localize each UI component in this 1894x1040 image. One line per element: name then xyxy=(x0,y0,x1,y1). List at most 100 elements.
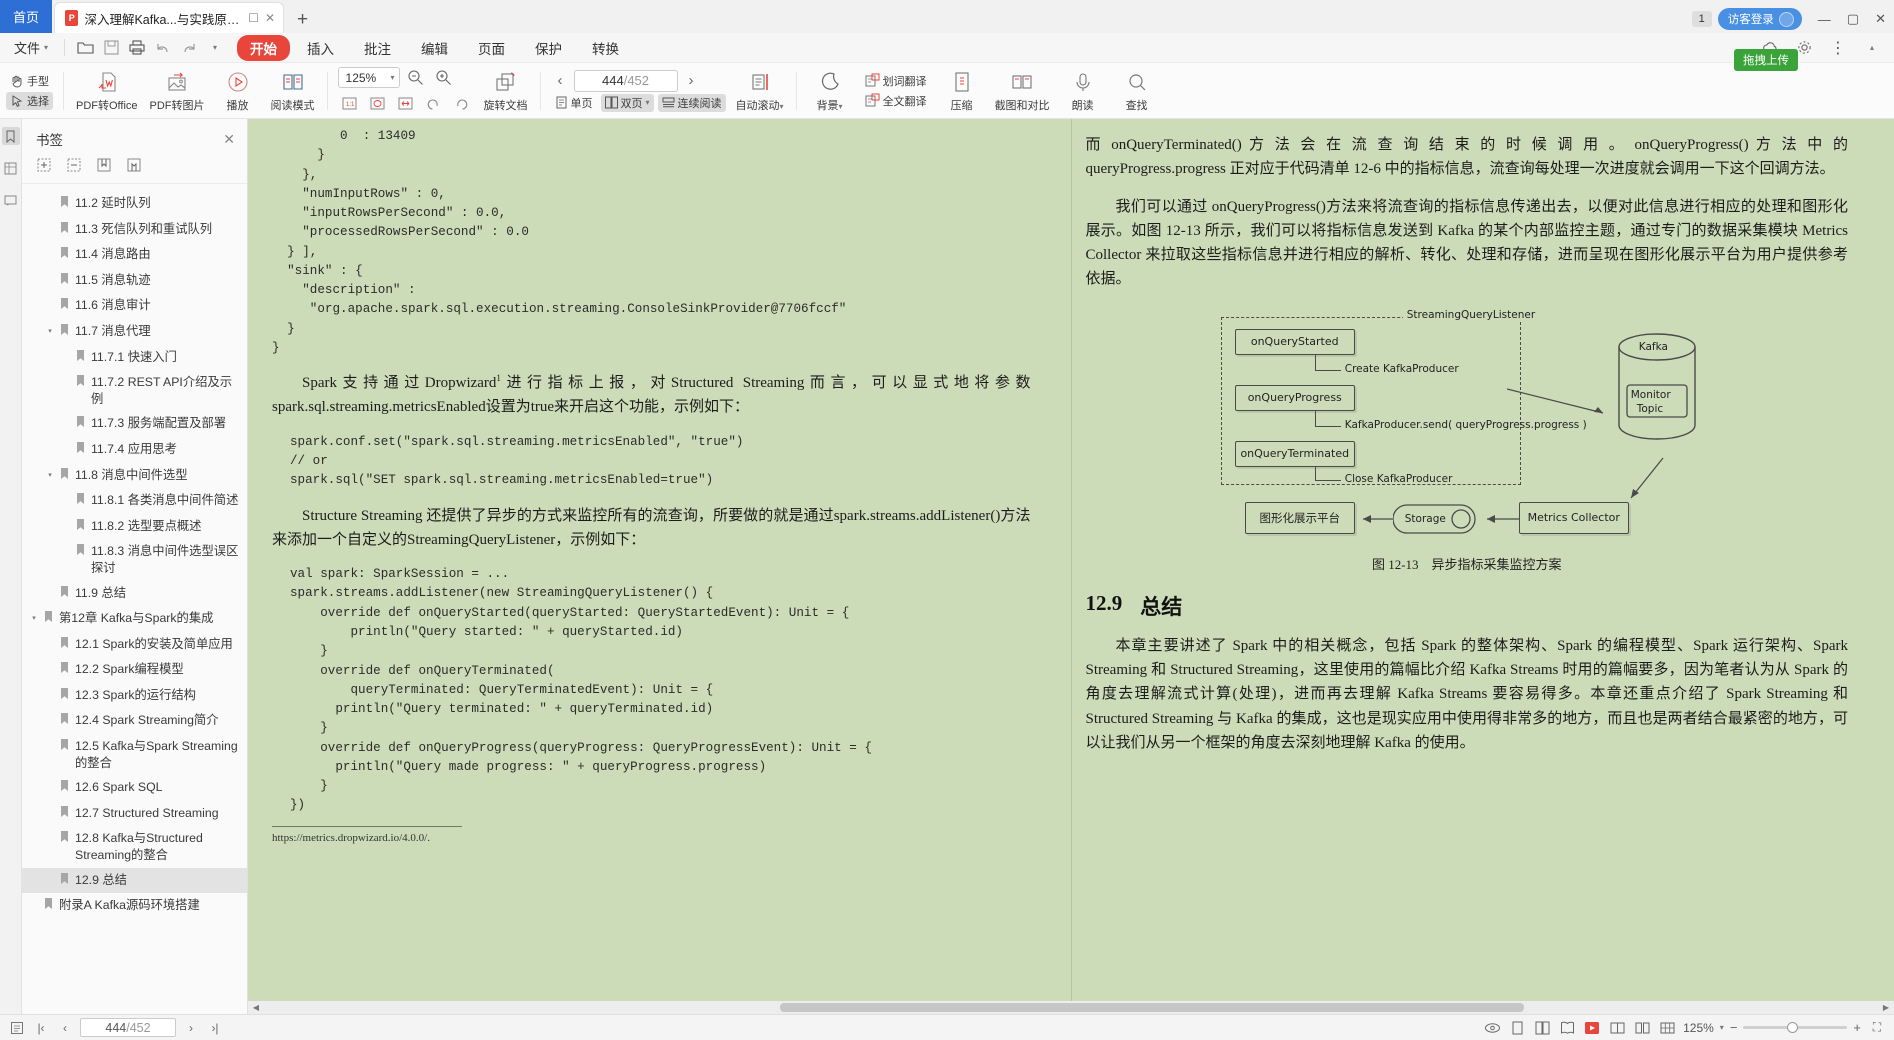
zoom-in-button[interactable] xyxy=(432,66,456,90)
full-translate-button[interactable]: 全文翻译 xyxy=(861,92,931,110)
scroll-left-arrow[interactable]: ◀ xyxy=(250,1003,262,1012)
zoom-slider-knob[interactable] xyxy=(1787,1022,1799,1033)
single-page-view[interactable]: 单页 xyxy=(551,94,597,112)
scrollbar-thumb[interactable] xyxy=(779,1003,1525,1012)
rail-thumbnails-icon[interactable] xyxy=(2,159,20,177)
fullscreen-icon[interactable]: ⛶ xyxy=(1868,1019,1886,1037)
ribbon-tab-annotate[interactable]: 批注 xyxy=(351,35,404,61)
print-icon[interactable] xyxy=(125,36,149,60)
drag-upload-pill[interactable]: 拖拽上传 xyxy=(1734,49,1798,71)
next-page-button[interactable]: › xyxy=(182,1019,200,1037)
eye-icon[interactable] xyxy=(1483,1019,1501,1037)
next-page-button[interactable]: › xyxy=(682,72,701,89)
rotate-document-button[interactable]: 旋转文档 xyxy=(478,64,534,118)
word-translate-button[interactable]: 划词翻译 xyxy=(861,72,931,90)
bookmark-item[interactable]: ▾ 第12章 Kafka与Spark的集成 xyxy=(22,606,247,632)
ribbon-tab-insert[interactable]: 插入 xyxy=(294,35,347,61)
present-icon[interactable] xyxy=(1583,1019,1601,1037)
zoom-out-button[interactable]: − xyxy=(1730,1020,1738,1035)
file-menu[interactable]: 文件 ▾ xyxy=(6,38,56,57)
bookmark-item[interactable]: 12.6 Spark SQL xyxy=(22,775,247,801)
compress-button[interactable]: 压缩 xyxy=(935,64,989,118)
single-page-icon[interactable] xyxy=(1508,1019,1526,1037)
collapse-all-icon[interactable] xyxy=(66,157,83,174)
bookmark-item[interactable]: 11.5 消息轨迹 xyxy=(22,268,247,294)
redo-icon[interactable] xyxy=(177,36,201,60)
bookmark-item[interactable]: 11.9 总结 xyxy=(22,581,247,607)
bookmarks-close-icon[interactable]: ✕ xyxy=(223,131,235,148)
auto-scroll-button[interactable]: 自动滚动▾ xyxy=(730,64,790,118)
guest-login-button[interactable]: 访客登录 xyxy=(1717,8,1802,30)
zoom-in-button[interactable]: + xyxy=(1853,1020,1861,1035)
ribbon-tab-edit[interactable]: 编辑 xyxy=(408,35,461,61)
tab-close-icon[interactable]: ✕ xyxy=(265,11,275,25)
fit-width-button[interactable] xyxy=(394,92,418,116)
first-page-button[interactable]: |‹ xyxy=(32,1019,50,1037)
scroll-right-arrow[interactable]: ▶ xyxy=(1880,1003,1892,1012)
horizontal-scrollbar[interactable]: ◀ ▶ xyxy=(248,1001,1894,1014)
ribbon-tab-page[interactable]: 页面 xyxy=(465,35,518,61)
bookmark-item[interactable]: 11.8.3 消息中间件选型误区探讨 xyxy=(22,539,247,580)
home-tab[interactable]: 首页 xyxy=(0,0,52,33)
add-bookmark-icon[interactable] xyxy=(96,157,113,174)
open-icon[interactable] xyxy=(73,36,97,60)
tab-preview-icon[interactable]: ☐ xyxy=(248,11,259,25)
undo-icon[interactable] xyxy=(151,36,175,60)
facing-page-icon[interactable] xyxy=(1533,1019,1551,1037)
bookmark-item[interactable]: 11.6 消息审计 xyxy=(22,293,247,319)
zoom-level-select[interactable]: 125% ▾ xyxy=(337,67,400,88)
bookmark-item[interactable]: 11.4 消息路由 xyxy=(22,242,247,268)
bookmark-item[interactable]: ▾ 11.7 消息代理 xyxy=(22,319,247,345)
customize-caret-icon[interactable]: ▾ xyxy=(203,36,227,60)
compare-icon[interactable] xyxy=(1633,1019,1651,1037)
bookmark-item[interactable]: 12.3 Spark的运行结构 xyxy=(22,683,247,709)
zoom-out-button[interactable] xyxy=(404,66,428,90)
delete-bookmark-icon[interactable] xyxy=(126,157,143,174)
bookmark-item[interactable]: 附录A Kafka源码环境搭建 xyxy=(22,893,247,919)
bookmark-item[interactable]: 11.7.4 应用思考 xyxy=(22,437,247,463)
bookmark-item[interactable]: 11.8.1 各类消息中间件简述 xyxy=(22,488,247,514)
ribbon-tab-start[interactable]: 开始 xyxy=(237,34,291,61)
more-options-icon[interactable]: ⋮ xyxy=(1826,36,1850,60)
zoom-control[interactable]: 125% ▾ − + xyxy=(1683,1020,1861,1035)
notification-count-badge[interactable]: 1 xyxy=(1691,11,1712,27)
ribbon-tab-convert[interactable]: 转换 xyxy=(579,35,632,61)
bookmark-item[interactable]: ▾ 11.8 消息中间件选型 xyxy=(22,463,247,489)
bookmark-item[interactable]: 12.5 Kafka与Spark Streaming的整合 xyxy=(22,734,247,775)
bookmark-item[interactable]: 12.7 Structured Streaming xyxy=(22,801,247,827)
maximize-button[interactable]: ▢ xyxy=(1847,11,1859,27)
bookmark-item[interactable]: 12.2 Spark编程模型 xyxy=(22,657,247,683)
bookmark-item[interactable]: 12.4 Spark Streaming简介 xyxy=(22,708,247,734)
zoom-slider-track[interactable] xyxy=(1743,1022,1848,1033)
fit-page-button[interactable] xyxy=(366,92,390,116)
ribbon-tab-protect[interactable]: 保护 xyxy=(522,35,575,61)
grid-icon[interactable] xyxy=(1658,1019,1676,1037)
bookmark-item[interactable]: 11.7.3 服务端配置及部署 xyxy=(22,411,247,437)
rotate-left-button[interactable] xyxy=(422,92,446,116)
minimize-button[interactable]: — xyxy=(1818,12,1831,27)
rotate-right-button[interactable] xyxy=(450,92,474,116)
split-icon[interactable] xyxy=(1608,1019,1626,1037)
bookmark-item[interactable]: 11.7.2 REST API介绍及示例 xyxy=(22,370,247,411)
screenshot-compare-button[interactable]: 截图和对比 xyxy=(989,64,1056,118)
twisty-expanded-icon[interactable]: ▾ xyxy=(28,610,40,623)
close-button[interactable]: ✕ xyxy=(1875,11,1886,27)
select-tool[interactable]: 选择 xyxy=(6,91,53,110)
read-aloud-button[interactable]: 朗读 xyxy=(1056,64,1110,118)
rail-bookmarks-icon[interactable] xyxy=(1,127,20,145)
bookmarks-list[interactable]: 11.2 延时队列 11.3 死信队列和重试队列 11.4 消息路由 11.5 消息轨… xyxy=(22,184,247,1014)
twisty-expanded-icon[interactable]: ▾ xyxy=(44,323,56,336)
double-page-view[interactable]: 双页 ▾ xyxy=(600,93,654,112)
twisty-expanded-icon[interactable]: ▾ xyxy=(44,467,56,480)
bookmark-item[interactable]: 12.9 总结 xyxy=(22,867,247,894)
bookmark-item[interactable]: 12.8 Kafka与Structured Streaming的整合 xyxy=(22,826,247,867)
bookmark-item[interactable]: 11.3 死信队列和重试队列 xyxy=(22,217,247,243)
pdf-to-office-button[interactable]: PDF转Office xyxy=(70,64,144,118)
new-tab-button[interactable]: + xyxy=(284,10,321,33)
chevron-down-icon[interactable]: ▾ xyxy=(1720,1023,1724,1032)
bookmark-item[interactable]: 11.7.1 快速入门 xyxy=(22,345,247,371)
find-button[interactable]: 查找 xyxy=(1110,64,1164,118)
read-mode-button[interactable]: 阅读模式 xyxy=(265,64,321,118)
last-page-button[interactable]: ›| xyxy=(206,1019,224,1037)
hand-tool[interactable]: 手型 xyxy=(6,72,53,90)
